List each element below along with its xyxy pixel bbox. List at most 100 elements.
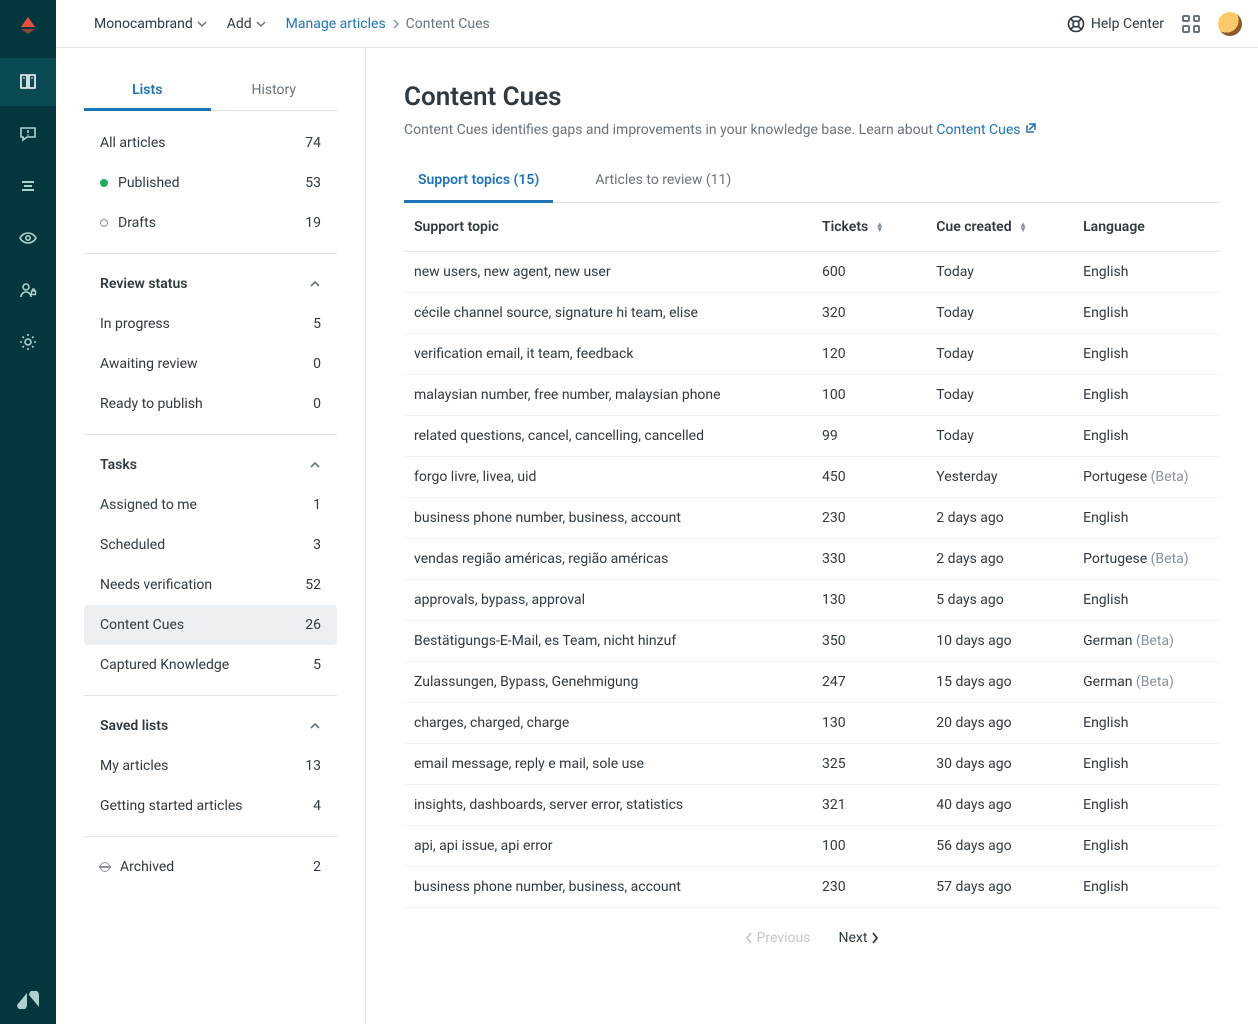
rail-item-settings[interactable] [0,318,56,366]
tab-history[interactable]: History [211,72,338,110]
table-row[interactable]: Zulassungen, Bypass, Genehmigung24715 da… [404,662,1220,703]
table-row[interactable]: new users, new agent, new user600TodayEn… [404,252,1220,293]
list-scheduled[interactable]: Scheduled 3 [84,525,337,565]
list-captured-knowledge[interactable]: Captured Knowledge 5 [84,645,337,685]
col-label: Tickets [822,219,868,235]
help-center-link[interactable]: Help Center [1067,15,1164,33]
col-language[interactable]: Language [1073,203,1220,252]
chevron-down-icon [197,19,207,29]
product-logo[interactable] [0,0,56,48]
table-row[interactable]: related questions, cancel, cancelling, c… [404,416,1220,457]
cell-topic: vendas região américas, região américas [404,539,812,580]
add-label: Add [227,16,252,32]
list-getting-started[interactable]: Getting started articles 4 [84,786,337,826]
list-drafts[interactable]: Drafts 19 [84,203,337,243]
col-cue-created[interactable]: Cue created ▲▼ [926,203,1073,252]
list-count: 1 [313,497,321,513]
cell-topic: Zulassungen, Bypass, Genehmigung [404,662,812,703]
table-row[interactable]: business phone number, business, account… [404,867,1220,908]
book-icon [18,72,38,92]
cell-language: English [1073,252,1220,293]
list-needs-verification[interactable]: Needs verification 52 [84,565,337,605]
tab-articles-to-review[interactable]: Articles to review (11) [581,160,745,202]
add-dropdown[interactable]: Add [227,16,266,32]
breadcrumb-current: Content Cues [406,16,490,32]
list-my-articles[interactable]: My articles 13 [84,746,337,786]
chevron-left-icon [745,932,753,944]
triangle-icon [18,14,38,34]
section-review-status[interactable]: Review status [84,264,337,304]
workspace-dropdown[interactable]: Monocambrand [94,16,207,32]
topbar: Monocambrand Add Manage articles Content… [0,0,1258,48]
list-count: 4 [313,798,321,814]
sort-icon: ▲▼ [876,222,884,232]
tab-lists[interactable]: Lists [84,72,211,111]
chevron-right-icon [871,932,879,944]
list-published[interactable]: Published 53 [84,163,337,203]
cell-language: Portugese (Beta) [1073,539,1220,580]
table-row[interactable]: business phone number, business, account… [404,498,1220,539]
rail-item-arrange[interactable] [0,162,56,210]
tab-support-topics[interactable]: Support topics (15) [404,160,553,203]
list-all-articles[interactable]: All articles 74 [84,123,337,163]
table-row[interactable]: charges, charged, charge13020 days agoEn… [404,703,1220,744]
lifebuoy-icon [1067,15,1085,33]
prev-label: Previous [757,930,811,946]
list-assigned-to-me[interactable]: Assigned to me 1 [84,485,337,525]
chevron-up-icon [309,720,321,732]
list-label: In progress [100,316,170,332]
cell-language: English [1073,293,1220,334]
breadcrumb-parent[interactable]: Manage articles [286,16,386,32]
nav-rail [0,48,56,1024]
cell-language: English [1073,744,1220,785]
avatar[interactable] [1218,12,1242,36]
list-count: 74 [305,135,321,151]
list-label: All articles [100,135,165,151]
table-row[interactable]: email message, reply e mail, sole use325… [404,744,1220,785]
col-tickets[interactable]: Tickets ▲▼ [812,203,926,252]
table-row[interactable]: cécile channel source, signature hi team… [404,293,1220,334]
rail-item-guide[interactable] [0,58,56,106]
support-topics-table: Support topic Tickets ▲▼ Cue created ▲▼ … [404,203,1220,908]
cell-created: 56 days ago [926,826,1073,867]
list-count: 2 [313,859,321,875]
list-in-progress[interactable]: In progress 5 [84,304,337,344]
table-row[interactable]: insights, dashboards, server error, stat… [404,785,1220,826]
rail-item-customize[interactable] [0,214,56,262]
col-support-topic[interactable]: Support topic [404,203,812,252]
cell-topic: verification email, it team, feedback [404,334,812,375]
table-row[interactable]: malaysian number, free number, malaysian… [404,375,1220,416]
list-label: Assigned to me [100,497,197,513]
next-page-button[interactable]: Next [838,930,879,946]
table-row[interactable]: api, api issue, api error10056 days agoE… [404,826,1220,867]
cell-tickets: 320 [812,293,926,334]
list-ready-to-publish[interactable]: Ready to publish 0 [84,384,337,424]
list-content-cues[interactable]: Content Cues 26 [84,605,337,645]
list-label: Ready to publish [100,396,203,412]
table-row[interactable]: forgo livre, livea, uid450YesterdayPortu… [404,457,1220,498]
table-row[interactable]: vendas região américas, região américas3… [404,539,1220,580]
list-label: Scheduled [100,537,165,553]
list-awaiting-review[interactable]: Awaiting review 0 [84,344,337,384]
cell-language: English [1073,416,1220,457]
side-tabs: Lists History [84,72,337,111]
cell-created: Today [926,334,1073,375]
rail-item-permissions[interactable] [0,266,56,314]
cell-topic: charges, charged, charge [404,703,812,744]
cell-language: English [1073,375,1220,416]
next-label: Next [838,930,867,946]
list-archived[interactable]: Archived 2 [84,847,337,887]
section-saved-lists[interactable]: Saved lists [84,706,337,746]
list-label: Awaiting review [100,356,198,372]
rail-item-zendesk[interactable] [0,976,56,1024]
rail-item-moderation[interactable] [0,110,56,158]
table-row[interactable]: Bestätigungs-E-Mail, es Team, nicht hinz… [404,621,1220,662]
status-dot-archived [100,862,110,872]
list-count: 19 [305,215,321,231]
app-switcher[interactable] [1182,15,1200,33]
list-count: 0 [313,356,321,372]
content-cues-link[interactable]: Content Cues [936,122,1036,138]
table-row[interactable]: verification email, it team, feedback120… [404,334,1220,375]
table-row[interactable]: approvals, bypass, approval1305 days ago… [404,580,1220,621]
section-tasks[interactable]: Tasks [84,445,337,485]
